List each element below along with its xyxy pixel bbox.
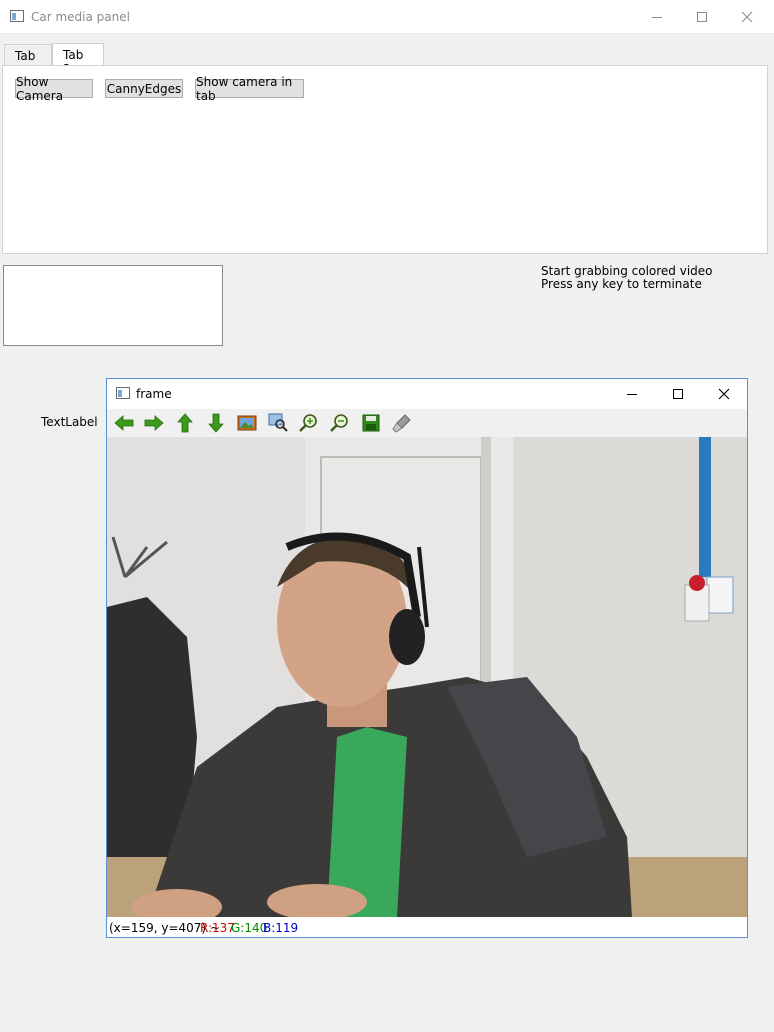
- minimize-icon: [652, 17, 662, 18]
- main-title-bar: Car media panel: [0, 0, 774, 34]
- zoom-region-icon: [268, 413, 288, 432]
- canny-edges-button[interactable]: CannyEdges: [105, 79, 183, 98]
- frame-minimize-button[interactable]: [609, 379, 655, 409]
- console-output: Start grabbing colored video Press any k…: [541, 265, 713, 291]
- frame-status-bar: (x=159, y=407) ~ R:137 G:140 B:119: [107, 917, 747, 937]
- app-icon: [10, 10, 24, 22]
- zoom-out-button[interactable]: [328, 412, 352, 434]
- maximize-button[interactable]: [679, 0, 725, 34]
- maximize-icon: [673, 389, 683, 399]
- close-icon: [718, 388, 730, 400]
- frame-title-bar: frame: [107, 379, 747, 409]
- save-button[interactable]: [359, 412, 383, 434]
- tab-1[interactable]: Tab 1: [4, 44, 52, 77]
- frame-window: frame (x=159, y=407) ~ R:137 G:140 B:119: [106, 378, 748, 938]
- image-icon: [237, 415, 257, 431]
- arrow-left-icon: [114, 415, 134, 431]
- display-box: [3, 265, 223, 346]
- camera-photo: [107, 437, 747, 917]
- tab-2[interactable]: Tab 2: [52, 43, 104, 76]
- app-icon: [116, 387, 130, 399]
- status-red: R:137: [200, 921, 235, 935]
- zoom-region-button[interactable]: [266, 412, 290, 434]
- console-line-2: Press any key to terminate: [541, 277, 702, 291]
- arrow-up-icon: [177, 413, 193, 433]
- minimize-button[interactable]: [634, 0, 680, 34]
- frame-title: frame: [136, 387, 172, 401]
- text-label: TextLabel: [41, 415, 98, 429]
- save-icon: [362, 414, 380, 432]
- zoom-out-icon: [330, 414, 348, 432]
- arrow-right-icon: [144, 415, 164, 431]
- status-blue: B:119: [263, 921, 299, 935]
- close-icon: [741, 11, 753, 23]
- tab-2-panel: Show Camera CannyEdges Show camera in ta…: [2, 65, 768, 254]
- frame-maximize-button[interactable]: [655, 379, 701, 409]
- zoom-in-icon: [299, 414, 317, 432]
- arrow-up-button[interactable]: [173, 412, 197, 434]
- arrow-down-button[interactable]: [204, 412, 228, 434]
- frame-close-button[interactable]: [701, 379, 747, 409]
- frame-toolbar: [107, 409, 747, 437]
- status-green: G:140: [231, 921, 268, 935]
- show-camera-button[interactable]: Show Camera: [15, 75, 93, 103]
- window-title: Car media panel: [31, 10, 130, 24]
- camera-frame-image[interactable]: [107, 437, 747, 917]
- arrow-right-button[interactable]: [142, 412, 166, 434]
- properties-button[interactable]: [390, 412, 414, 434]
- image-button[interactable]: [235, 412, 259, 434]
- arrow-down-icon: [208, 413, 224, 433]
- maximize-icon: [697, 12, 707, 22]
- arrow-left-button[interactable]: [112, 412, 136, 434]
- close-button[interactable]: [724, 0, 770, 34]
- zoom-in-button[interactable]: [297, 412, 321, 434]
- show-camera-in-tab-button[interactable]: Show camera in tab: [195, 75, 304, 103]
- properties-icon: [392, 414, 411, 433]
- minimize-icon: [627, 394, 637, 395]
